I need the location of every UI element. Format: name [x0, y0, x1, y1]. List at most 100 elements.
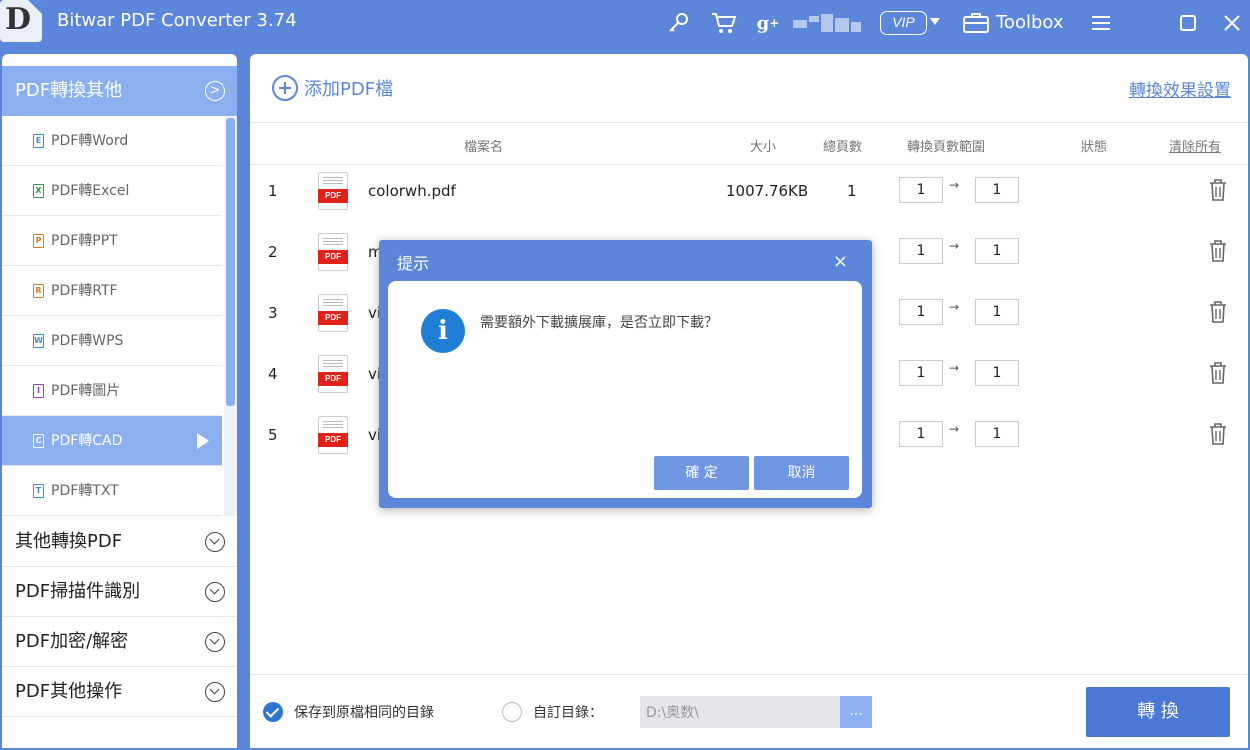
sidebar-header-pdf-convert[interactable]: PDF轉換其他 >: [2, 66, 237, 116]
arrow-right-icon: →: [949, 178, 960, 192]
pdf-file-icon: PDF: [318, 172, 348, 210]
vip-badge[interactable]: VIP: [880, 11, 927, 35]
app-logo: D: [0, 0, 42, 42]
page-from-input[interactable]: 1: [899, 238, 943, 264]
file-name: colorwh.pdf: [368, 182, 456, 200]
custom-dir-radio[interactable]: [502, 702, 522, 722]
arrow-right-icon: →: [949, 422, 960, 436]
trash-icon[interactable]: [1208, 300, 1226, 323]
page-to-input[interactable]: 1: [975, 421, 1019, 447]
scrollbar-thumb[interactable]: [226, 118, 235, 406]
sidebar-item-wps[interactable]: W PDF轉WPS: [2, 316, 222, 366]
sidebar-scrollbar[interactable]: [224, 116, 237, 516]
trash-icon[interactable]: [1208, 239, 1226, 262]
col-page-range: 轉換頁數範圍: [907, 140, 986, 155]
close-icon[interactable]: [1222, 10, 1242, 36]
sidebar-item-label: PDF轉TXT: [51, 483, 119, 499]
page-from-input[interactable]: 1: [899, 421, 943, 447]
save-same-dir-label[interactable]: 保存到原檔相同的目錄: [294, 702, 434, 722]
trash-icon[interactable]: [1208, 361, 1226, 384]
sidebar-item-label: PDF轉PPT: [51, 233, 118, 249]
cancel-button[interactable]: 取消: [754, 456, 849, 490]
sidebar-item-txt[interactable]: T PDF轉TXT: [2, 466, 222, 516]
sidebar-item-ppt[interactable]: P PDF轉PPT: [2, 216, 222, 266]
clear-all-link[interactable]: 清除所有: [1169, 136, 1221, 155]
sidebar-item-cad[interactable]: C PDF轉CAD: [2, 416, 222, 466]
col-pages: 總頁數: [823, 140, 863, 155]
rtf-file-icon: R: [33, 284, 44, 298]
pdf-file-icon: PDF: [318, 294, 348, 332]
maximize-icon[interactable]: [1178, 10, 1198, 36]
wps-file-icon: W: [33, 334, 44, 348]
sidebar-list: E PDF轉Word X PDF轉Excel P PDF轉PPT R PDF轉R…: [2, 116, 222, 516]
chevron-down-icon: [205, 532, 225, 552]
image-file-icon: I: [33, 384, 44, 398]
cart-icon[interactable]: [710, 10, 738, 36]
sidebar-section-other-ops[interactable]: PDF其他操作: [2, 667, 237, 717]
bottom-bar: 保存到原檔相同的目錄 自訂目錄： ... 轉 換: [250, 674, 1248, 748]
info-icon: i: [421, 309, 465, 353]
chevron-right-icon: >: [205, 81, 225, 101]
download-prompt-dialog: 提示 × i 需要額外下載擴展庫，是否立即下載？ 確 定 取消: [379, 240, 872, 508]
section-label: PDF掃描件識別: [15, 581, 141, 602]
sidebar-item-rtf[interactable]: R PDF轉RTF: [2, 266, 222, 316]
conversion-settings-link[interactable]: 轉換效果設置: [1129, 76, 1231, 101]
pdf-badge: PDF: [318, 189, 348, 203]
section-label: 其他轉換PDF: [15, 531, 123, 552]
file-size: 1007.76KB: [726, 182, 809, 200]
arrow-right-icon: →: [949, 300, 960, 314]
title-bar: D Bitwar PDF Converter 3.74 g + VIP Toolb…: [0, 0, 1250, 48]
sidebar-section-other-to-pdf[interactable]: 其他轉換PDF: [2, 517, 237, 567]
page-from-input[interactable]: 1: [899, 177, 943, 203]
confirm-button[interactable]: 確 定: [654, 456, 749, 490]
row-number: 1: [268, 182, 278, 200]
convert-button[interactable]: 轉 換: [1086, 687, 1230, 737]
page-from-input[interactable]: 1: [899, 299, 943, 325]
chevron-down-icon: [205, 582, 225, 602]
sidebar-item-word[interactable]: E PDF轉Word: [2, 116, 222, 166]
row-number: 5: [268, 426, 278, 444]
google-plus-icon[interactable]: g +: [756, 10, 780, 36]
page-to-input[interactable]: 1: [975, 360, 1019, 386]
custom-dir-label[interactable]: 自訂目錄：: [533, 702, 603, 722]
trash-icon[interactable]: [1208, 178, 1226, 201]
page-to-input[interactable]: 1: [975, 177, 1019, 203]
user-avatar-blurred: [793, 14, 863, 34]
menu-icon[interactable]: [1090, 10, 1112, 36]
col-filename: 檔案名: [464, 140, 504, 155]
browse-button[interactable]: ...: [840, 696, 872, 728]
dialog-close-icon[interactable]: ×: [833, 251, 848, 272]
add-circle-icon: [272, 75, 298, 101]
chevron-down-icon: [205, 632, 225, 652]
save-same-dir-checkbox[interactable]: [263, 702, 283, 722]
table-row[interactable]: 1 PDF colorwh.pdf 1007.76KB 1 1 → 1: [250, 162, 1248, 223]
add-pdf-button[interactable]: 添加PDF檔: [272, 74, 393, 102]
dialog-title: 提示: [397, 254, 430, 273]
row-number: 2: [268, 243, 278, 261]
key-icon[interactable]: [666, 10, 692, 36]
arrow-right-icon: →: [949, 239, 960, 253]
chevron-down-icon[interactable]: [930, 18, 940, 25]
row-number: 3: [268, 304, 278, 322]
excel-file-icon: X: [33, 184, 44, 198]
col-size: 大小: [750, 140, 777, 155]
toolbox-icon[interactable]: [962, 10, 990, 36]
page-to-input[interactable]: 1: [975, 299, 1019, 325]
txt-file-icon: T: [33, 484, 44, 498]
page-from-input[interactable]: 1: [899, 360, 943, 386]
sidebar-item-image[interactable]: I PDF轉圖片: [2, 366, 222, 416]
sidebar-item-excel[interactable]: X PDF轉Excel: [2, 166, 222, 216]
pdf-file-icon: PDF: [318, 355, 348, 393]
arrow-right-icon: →: [949, 361, 960, 375]
section-label: PDF其他操作: [15, 681, 123, 702]
app-title: Bitwar PDF Converter 3.74: [57, 10, 297, 31]
trash-icon[interactable]: [1208, 422, 1226, 445]
sidebar-section-encrypt[interactable]: PDF加密/解密: [2, 617, 237, 667]
sidebar-section-ocr[interactable]: PDF掃描件識別: [2, 567, 237, 617]
cad-file-icon: C: [33, 434, 44, 448]
toolbox-label[interactable]: Toolbox: [996, 12, 1064, 33]
output-path-field[interactable]: [640, 696, 840, 728]
page-to-input[interactable]: 1: [975, 238, 1019, 264]
sidebar-item-label: PDF轉RTF: [51, 283, 118, 299]
col-status: 狀態: [1081, 140, 1108, 155]
